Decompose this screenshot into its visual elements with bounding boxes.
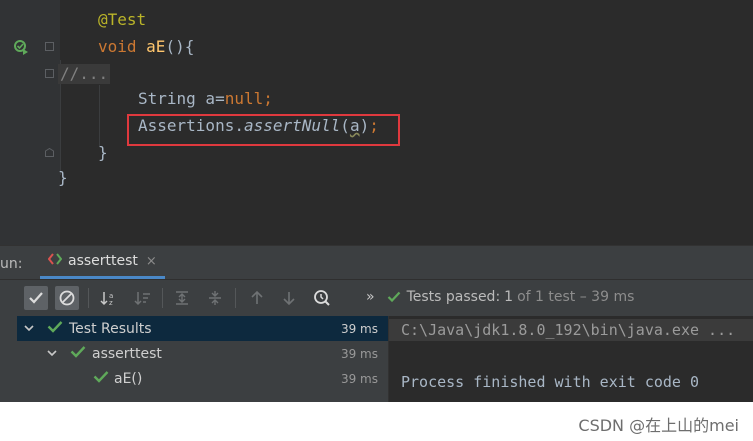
sort-by-duration-button[interactable] [131, 286, 155, 310]
expand-all-button[interactable] [170, 286, 194, 310]
variable-assignment: a= [195, 89, 225, 108]
sort-duration-icon [134, 292, 150, 306]
more-chevron-icon[interactable]: » [366, 289, 375, 305]
tab-asserttest[interactable]: asserttest × [40, 246, 165, 279]
chevron-down-icon[interactable] [24, 321, 34, 337]
test-history-button[interactable] [310, 286, 334, 310]
check-icon [70, 345, 86, 362]
tree-row-duration: 39 ms [340, 321, 378, 336]
folded-comment[interactable]: //... [58, 64, 111, 84]
show-ignored-button[interactable] [55, 286, 79, 310]
status-detail: of 1 test – 39 ms [517, 289, 635, 305]
toolbar-separator [162, 288, 163, 308]
tree-row-asserttest[interactable]: asserttest 39 ms [17, 341, 388, 366]
fold-end-marker [45, 148, 54, 157]
close-icon[interactable]: × [146, 254, 157, 269]
console-exit-message: Process finished with exit code 0 [401, 373, 700, 391]
status-label: Tests passed: [406, 289, 501, 305]
editor-gutter [0, 0, 60, 245]
expand-all-icon [176, 291, 188, 305]
watermark: CSDN @在上山的mei [578, 416, 739, 435]
sort-alpha-icon: az [100, 292, 113, 306]
chevron-down-icon[interactable] [47, 346, 57, 362]
previous-failed-test-button[interactable] [245, 286, 269, 310]
fold-toggle-comment[interactable] [45, 69, 54, 78]
code-editor[interactable]: @Test void aE(){ //... String a=null; As… [0, 0, 753, 245]
tree-row-label: asserttest [92, 345, 162, 362]
check-icon [29, 292, 43, 304]
status-count: 1 [504, 289, 514, 305]
method-signature: (){ [165, 37, 195, 56]
highlight-box [127, 114, 400, 146]
console-command-line[interactable]: C:\Java\jdk1.8.0_192\bin\java.exe ... [389, 319, 753, 341]
test-class-icon [47, 253, 63, 269]
sort-alphabetically-button[interactable]: az [97, 286, 121, 310]
semicolon: ; [263, 89, 273, 108]
keyword-void: void [98, 37, 137, 56]
code-annotation: @Test [98, 10, 147, 29]
arrow-down-icon [283, 292, 295, 306]
tree-row-label: Test Results [69, 320, 152, 337]
run-tool-window-header: un: asserttest × [0, 245, 753, 279]
tree-row-aE[interactable]: aE() 39 ms [17, 366, 388, 391]
tree-row-duration: 39 ms [340, 346, 378, 361]
code-method-declaration: void aE(){ [98, 37, 194, 57]
indent-guide [99, 85, 100, 147]
ignored-icon [59, 290, 75, 306]
run-label: un: [0, 256, 23, 272]
test-results-tree: Test Results 39 ms asserttest 39 ms aE()… [0, 316, 388, 402]
type-string: String [138, 89, 196, 108]
show-passed-button[interactable] [24, 286, 48, 310]
tree-row-label: aE() [114, 370, 143, 387]
fold-toggle-method[interactable] [45, 42, 54, 51]
collapse-all-button[interactable] [203, 286, 227, 310]
tree-row-duration: 39 ms [340, 371, 378, 386]
svg-text:z: z [109, 299, 113, 306]
check-icon [93, 370, 109, 387]
check-icon [387, 291, 400, 303]
code-string-declaration: String a=null; [138, 89, 273, 109]
closing-brace-class: } [58, 168, 68, 187]
tree-row-test-results[interactable]: Test Results 39 ms [17, 316, 388, 341]
closing-brace-method: } [98, 143, 108, 162]
check-icon [47, 320, 63, 337]
test-status: » Tests passed: 1 of 1 test – 39 ms [366, 289, 634, 305]
tree-left-edge [0, 316, 17, 402]
console-output[interactable]: C:\Java\jdk1.8.0_192\bin\java.exe ... Pr… [388, 316, 753, 402]
tab-label: asserttest [68, 253, 138, 269]
clock-icon [314, 290, 330, 306]
next-failed-test-button[interactable] [277, 286, 301, 310]
keyword-null: null [224, 89, 264, 108]
method-name: aE [146, 37, 166, 56]
run-test-gutter-icon[interactable] [13, 39, 29, 59]
collapse-all-icon [209, 291, 221, 305]
test-runner-toolbar: az » Tests passed: 1 of 1 test – 39 ms [0, 279, 753, 316]
toolbar-separator [88, 288, 89, 308]
toolbar-separator [235, 288, 236, 308]
arrow-up-icon [251, 290, 263, 304]
